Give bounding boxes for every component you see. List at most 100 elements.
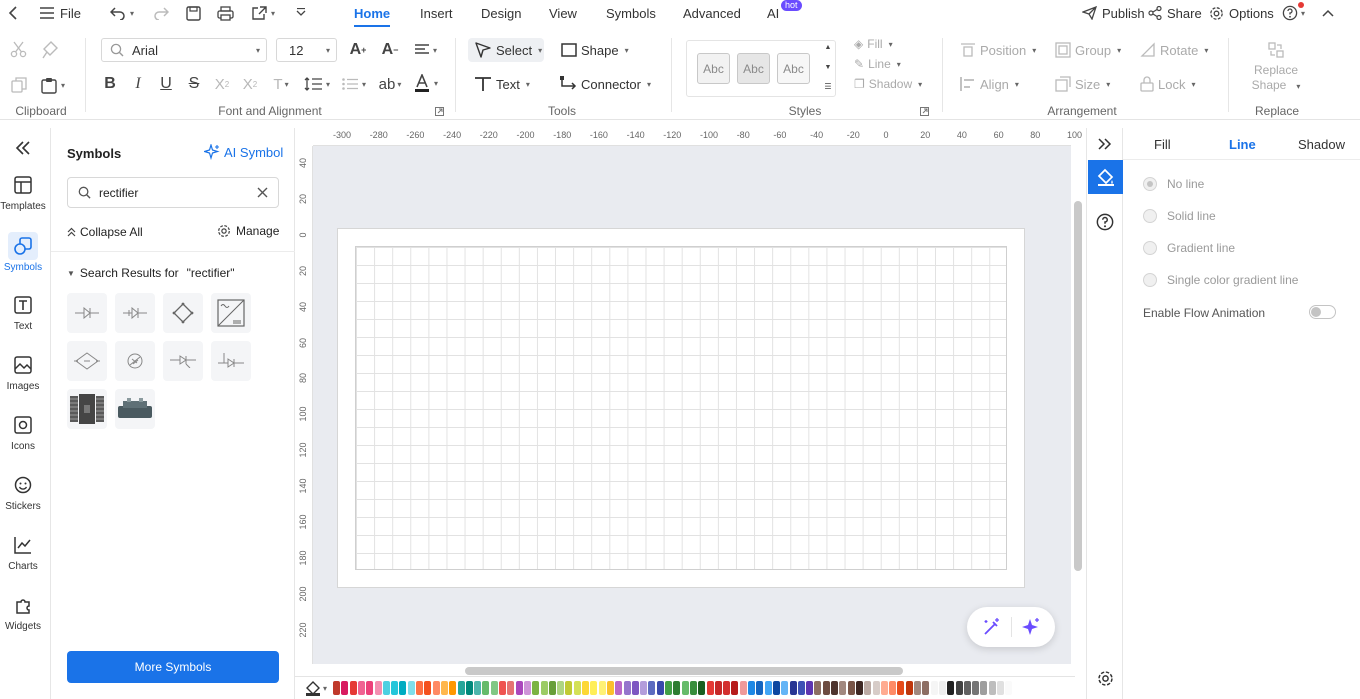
tab-line[interactable]: Line bbox=[1229, 137, 1256, 152]
color-swatch[interactable] bbox=[880, 681, 888, 695]
color-swatch[interactable] bbox=[947, 681, 955, 695]
color-swatch[interactable] bbox=[582, 681, 589, 695]
superscript-icon[interactable]: X2 bbox=[212, 74, 232, 94]
tab-view[interactable]: View bbox=[549, 0, 577, 27]
bridge-rectifier-symbol-thumb[interactable] bbox=[163, 293, 203, 333]
collapse-all-button[interactable]: Collapse All bbox=[67, 225, 143, 239]
color-swatch[interactable] bbox=[756, 681, 764, 695]
file-menu[interactable]: File bbox=[40, 0, 81, 26]
color-swatch[interactable] bbox=[407, 681, 415, 695]
color-swatch[interactable] bbox=[449, 681, 457, 695]
color-swatch[interactable] bbox=[640, 681, 648, 695]
controlled-rectifier-symbol-thumb[interactable] bbox=[211, 341, 251, 381]
style-swatch-1[interactable]: Abc bbox=[697, 53, 730, 84]
more-symbols-button[interactable]: More Symbols bbox=[67, 651, 279, 683]
drawing-page[interactable] bbox=[337, 228, 1025, 588]
publish-button[interactable]: Publish bbox=[1082, 0, 1145, 26]
ai-symbol-button[interactable]: AI Symbol bbox=[204, 144, 283, 160]
color-swatch[interactable] bbox=[432, 681, 440, 695]
solid-line-option[interactable]: Solid line bbox=[1143, 209, 1216, 223]
color-swatch[interactable] bbox=[382, 681, 390, 695]
more-quick-actions[interactable] bbox=[296, 0, 306, 26]
tab-shadow[interactable]: Shadow bbox=[1298, 137, 1345, 152]
help-menu-button[interactable]: ▾ bbox=[1282, 0, 1305, 26]
rail-widgets[interactable]: Widgets bbox=[0, 594, 46, 632]
size-button[interactable]: Size ▾ bbox=[1055, 72, 1110, 96]
bold-icon[interactable]: B bbox=[100, 74, 120, 94]
rail-images[interactable]: Images bbox=[0, 354, 46, 392]
tab-advanced[interactable]: Advanced bbox=[683, 0, 741, 27]
copy-icon[interactable] bbox=[9, 75, 29, 95]
color-swatch[interactable] bbox=[980, 681, 988, 695]
color-swatch[interactable] bbox=[1005, 681, 1013, 695]
color-swatch[interactable] bbox=[656, 681, 664, 695]
diamond-rectifier-symbol-thumb[interactable] bbox=[67, 341, 107, 381]
save-button[interactable] bbox=[186, 0, 201, 26]
gradient-line-option[interactable]: Gradient line bbox=[1143, 241, 1235, 255]
rectifier-device-symbol-thumb[interactable] bbox=[115, 389, 155, 429]
font-size-select[interactable]: 12 ▾ bbox=[276, 38, 337, 62]
color-swatch[interactable] bbox=[930, 681, 938, 695]
color-swatch[interactable] bbox=[341, 681, 349, 695]
color-swatch[interactable] bbox=[988, 681, 996, 695]
color-swatch[interactable] bbox=[914, 681, 921, 695]
expand-dialog-icon[interactable] bbox=[919, 106, 929, 116]
color-swatch[interactable] bbox=[739, 681, 747, 695]
rectifier-diode-symbol-thumb[interactable] bbox=[115, 293, 155, 333]
single-color-gradient-option[interactable]: Single color gradient line bbox=[1143, 273, 1298, 287]
gallery-up-icon[interactable]: ▲ bbox=[823, 42, 833, 52]
color-swatch[interactable] bbox=[772, 681, 780, 695]
color-swatch[interactable] bbox=[922, 681, 930, 695]
horizontal-scrollbar[interactable] bbox=[465, 667, 903, 675]
color-swatch[interactable] bbox=[507, 681, 515, 695]
color-swatch[interactable] bbox=[889, 681, 897, 695]
ac-dc-converter-symbol-thumb[interactable] bbox=[211, 293, 251, 333]
color-swatch[interactable] bbox=[689, 681, 697, 695]
redo-button[interactable] bbox=[153, 0, 169, 26]
ai-sparkle-icon[interactable] bbox=[1021, 617, 1041, 637]
color-swatch[interactable] bbox=[424, 681, 432, 695]
color-swatch[interactable] bbox=[391, 681, 399, 695]
rail-templates[interactable]: Templates bbox=[0, 174, 46, 212]
color-swatch[interactable] bbox=[822, 681, 830, 695]
color-swatch[interactable] bbox=[673, 681, 681, 695]
color-swatch[interactable] bbox=[731, 681, 739, 695]
text-wrap-button[interactable]: ab ▾ bbox=[376, 74, 404, 94]
cut-icon[interactable] bbox=[9, 40, 29, 60]
color-swatch[interactable] bbox=[573, 681, 581, 695]
color-swatch[interactable] bbox=[698, 681, 706, 695]
format-panel-tab[interactable] bbox=[1088, 160, 1123, 194]
fill-button[interactable]: ◈ Fill ▾ bbox=[854, 35, 893, 53]
style-swatch-3[interactable]: Abc bbox=[777, 53, 810, 84]
clear-search-icon[interactable] bbox=[257, 187, 268, 198]
color-swatch[interactable] bbox=[631, 681, 639, 695]
rail-charts[interactable]: Charts bbox=[0, 534, 46, 572]
tab-design[interactable]: Design bbox=[481, 0, 521, 27]
back-icon[interactable] bbox=[8, 0, 24, 26]
color-swatch[interactable] bbox=[374, 681, 382, 695]
select-tool-button[interactable]: Select ▾ bbox=[468, 38, 544, 62]
color-swatch[interactable] bbox=[665, 681, 672, 695]
color-swatch[interactable] bbox=[905, 681, 913, 695]
paste-button[interactable]: ▾ bbox=[38, 75, 68, 95]
color-swatch[interactable] bbox=[416, 681, 423, 695]
color-swatch[interactable] bbox=[598, 681, 606, 695]
color-swatch[interactable] bbox=[764, 681, 772, 695]
color-swatch[interactable] bbox=[831, 681, 838, 695]
font-color-button[interactable]: ▾ bbox=[412, 72, 440, 94]
color-swatch[interactable] bbox=[955, 681, 963, 695]
font-family-select[interactable]: Arial ▾ bbox=[101, 38, 267, 62]
color-swatch[interactable] bbox=[482, 681, 490, 695]
color-swatch[interactable] bbox=[357, 681, 365, 695]
rail-symbols[interactable]: Symbols bbox=[0, 232, 46, 273]
color-swatch[interactable] bbox=[806, 681, 814, 695]
format-painter-icon[interactable] bbox=[40, 40, 60, 60]
color-swatch[interactable] bbox=[997, 681, 1004, 695]
color-swatch[interactable] bbox=[440, 681, 448, 695]
gallery-down-icon[interactable]: ▼ bbox=[823, 62, 833, 72]
underline-icon[interactable]: U bbox=[156, 74, 176, 94]
color-swatch[interactable] bbox=[781, 681, 789, 695]
single-color-gradient-radio[interactable] bbox=[1143, 273, 1157, 287]
color-swatch[interactable] bbox=[399, 681, 407, 695]
italic-icon[interactable]: I bbox=[128, 74, 148, 94]
